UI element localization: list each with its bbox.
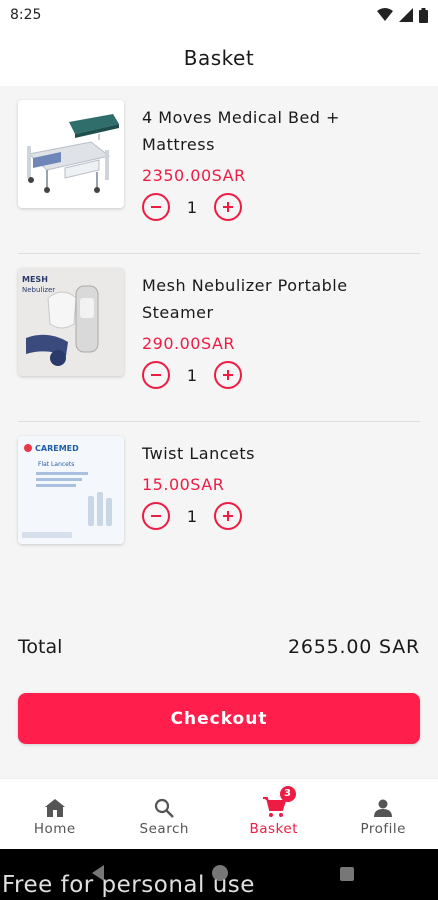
item-name-line: Steamer [142, 303, 214, 322]
page-title: Basket [183, 46, 255, 70]
box-label-mesh: MESH [22, 275, 48, 284]
item-name[interactable]: 4 Moves Medical Bed + Mattress [142, 104, 412, 158]
plus-icon [223, 202, 233, 212]
cart-count-badge: 3 [279, 785, 296, 802]
person-icon [373, 792, 393, 818]
nav-label: Home [33, 820, 76, 837]
increase-quantity-button[interactable] [214, 193, 242, 221]
status-bar: 8:25 [0, 0, 438, 30]
cart-icon: 3 [262, 785, 296, 818]
search-icon [154, 792, 175, 818]
increase-quantity-button[interactable] [214, 502, 242, 530]
product-image-medical-bed[interactable] [18, 100, 124, 208]
plus-icon [223, 370, 233, 380]
nav-label: Search [139, 820, 189, 837]
checkout-button[interactable]: Checkout [18, 693, 420, 744]
recents-icon[interactable] [340, 867, 354, 881]
status-time: 8:25 [10, 7, 42, 23]
nav-item-home[interactable]: Home [0, 779, 110, 849]
item-price: 2350.00SAR [142, 166, 246, 185]
total-label: Total [18, 636, 63, 658]
nav-label: Basket [249, 820, 298, 837]
medical-bed-image [27, 114, 119, 193]
nav-item-search[interactable]: Search [110, 779, 220, 849]
product-image-lancets[interactable]: CAREMED Flat Lancets [18, 436, 124, 544]
basket-item-list: 4 Moves Medical Bed + Mattress 2350.00SA… [0, 86, 438, 562]
item-info: Twist Lancets 15.00SAR 1 [142, 436, 412, 562]
total-value: 2655.00 SAR [287, 636, 420, 658]
bottom-nav: Home Search 3 Basket Profile [0, 778, 438, 849]
signal-icon [399, 8, 413, 22]
decrease-quantity-button[interactable] [142, 502, 170, 530]
decrease-quantity-button[interactable] [142, 361, 170, 389]
lancets-box-image: CAREMED Flat Lancets [18, 436, 124, 544]
item-name-line: Mattress [142, 135, 215, 154]
item-info: Mesh Nebulizer Portable Steamer 290.00SA… [142, 268, 412, 422]
app-header: Basket [0, 30, 438, 86]
minus-icon [151, 374, 161, 376]
product-image-nebulizer[interactable]: MESH Nebulizer [18, 268, 124, 376]
item-name-line: Twist Lancets [142, 444, 255, 463]
item-info: 4 Moves Medical Bed + Mattress 2350.00SA… [142, 100, 412, 254]
box-label-nebulizer: Nebulizer [22, 286, 55, 294]
total-row: Total 2655.00 SAR [18, 636, 420, 658]
quantity-value: 1 [186, 365, 198, 385]
plus-icon [223, 511, 233, 521]
basket-item: CAREMED Flat Lancets Twist Lancets 15.00… [0, 422, 438, 562]
status-icons [377, 7, 428, 23]
battery-icon [419, 7, 428, 23]
quantity-value: 1 [186, 506, 198, 526]
watermark-text: Free for personal use [2, 872, 255, 898]
nav-label: Profile [360, 820, 406, 837]
item-name-line: Mesh Nebulizer Portable [142, 276, 348, 295]
basket-item: MESH Nebulizer Mesh Nebulizer Portable S… [0, 254, 438, 422]
quantity-value: 1 [186, 197, 198, 217]
nebulizer-box-image: MESH Nebulizer [18, 268, 124, 376]
item-price: 290.00SAR [142, 334, 235, 353]
increase-quantity-button[interactable] [214, 361, 242, 389]
quantity-stepper: 1 [142, 193, 412, 221]
box-label-caremed: CAREMED [35, 444, 79, 453]
nav-item-basket[interactable]: 3 Basket [219, 779, 329, 849]
box-label-flat-lancets: Flat Lancets [38, 461, 74, 468]
minus-icon [151, 515, 161, 517]
item-price: 15.00SAR [142, 475, 225, 494]
item-name[interactable]: Twist Lancets [142, 440, 412, 467]
quantity-stepper: 1 [142, 502, 412, 530]
item-name-line: 4 Moves Medical Bed + [142, 108, 340, 127]
basket-item: 4 Moves Medical Bed + Mattress 2350.00SA… [0, 86, 438, 254]
wifi-icon [377, 8, 393, 21]
nav-item-profile[interactable]: Profile [329, 779, 438, 849]
minus-icon [151, 206, 161, 208]
item-name[interactable]: Mesh Nebulizer Portable Steamer [142, 272, 412, 326]
decrease-quantity-button[interactable] [142, 193, 170, 221]
home-icon [44, 792, 66, 818]
quantity-stepper: 1 [142, 361, 412, 389]
